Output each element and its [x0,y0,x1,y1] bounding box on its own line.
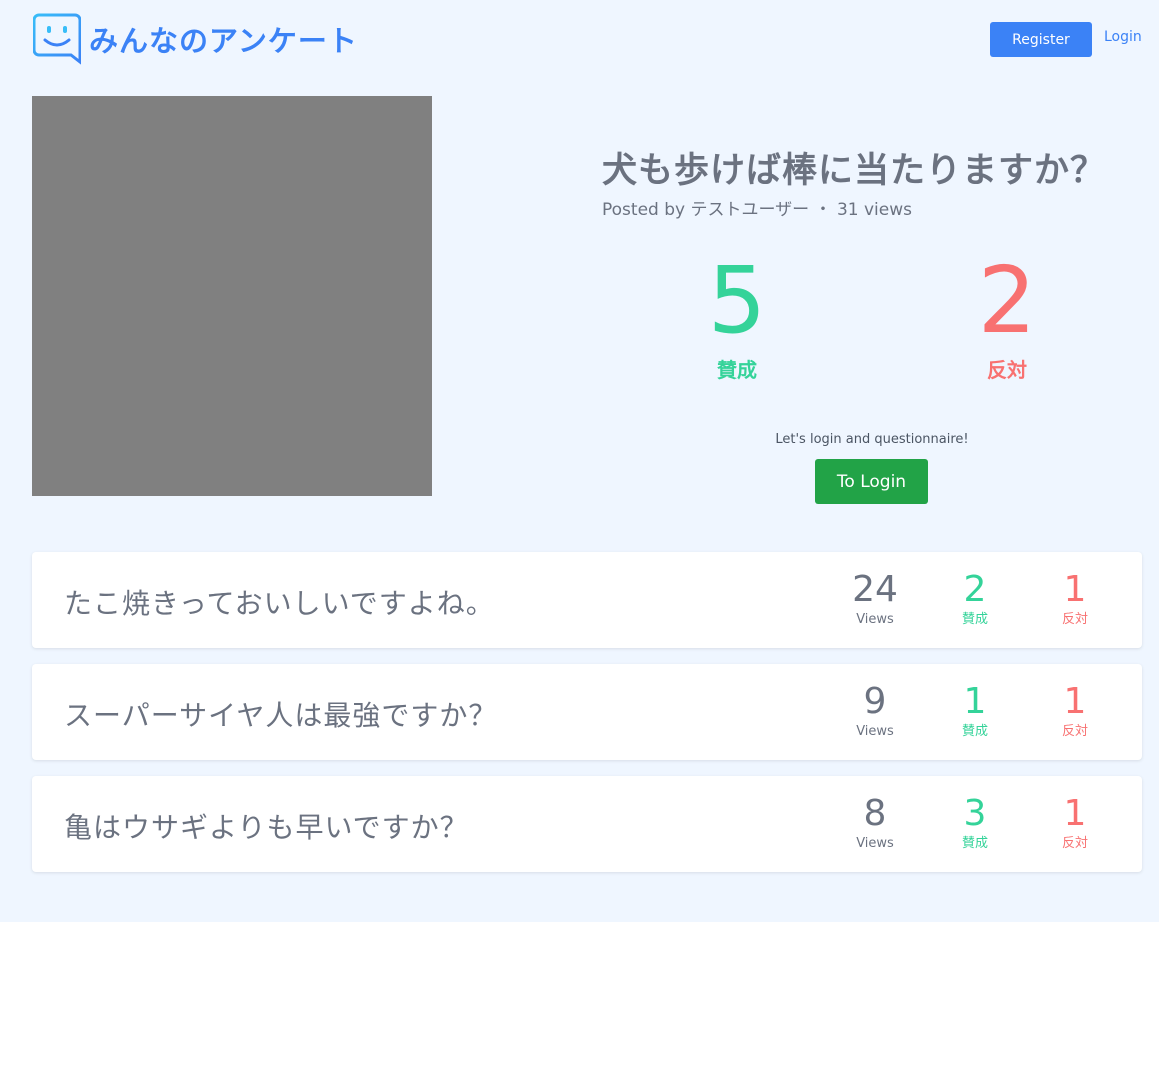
login-prompt: Let's login and questionnaire! [775,432,969,447]
views-stat: 8 Views [835,794,915,854]
question-list: たこ焼きっておいしいですよね。 24 Views 2 賛成 1 反対 スーパーサ… [32,552,1142,888]
logo-text: みんなのアンケート [89,24,358,58]
disagree-count: 2 [977,247,1037,354]
disagree-count: 1 [1063,681,1087,722]
disagree-count: 1 [1063,793,1087,834]
question-title: 亀はウサギよりも早いですか？ [64,811,469,844]
views-label: Views [856,612,894,627]
agree-label: 賛成 [717,358,757,382]
question-title: スーパーサイヤ人は最強ですか？ [64,699,498,732]
disagree-vote: 2 反対 [917,248,1097,383]
disagree-stat: 1 反対 [1035,682,1115,742]
views-label: Views [856,724,894,739]
disagree-label: 反対 [1061,612,1088,627]
agree-label: 賛成 [961,724,988,739]
page-title: 犬も歩けば棒に当たりますか？ [602,151,1107,191]
login-link[interactable]: Login [1104,29,1142,45]
agree-vote: 5 賛成 [647,248,827,383]
post-meta: Posted by テストユーザー ・ 31 views [602,200,912,220]
views-stat: 9 Views [835,682,915,742]
agree-count: 3 [963,793,987,834]
agree-stat: 3 賛成 [935,794,1015,854]
register-button[interactable]: Register [990,22,1092,57]
question-card[interactable]: 亀はウサギよりも早いですか？ 8 Views 3 賛成 1 反対 [32,776,1142,872]
views-label: Views [856,836,894,851]
views-count: 9 [863,681,887,722]
disagree-label: 反対 [987,358,1027,382]
agree-label: 賛成 [961,836,988,851]
agree-stat: 2 賛成 [935,570,1015,630]
disagree-label: 反対 [1061,836,1088,851]
views-count: 24 [852,569,898,610]
question-card[interactable]: たこ焼きっておいしいですよね。 24 Views 2 賛成 1 反対 [32,552,1142,648]
question-title: たこ焼きっておいしいですよね。 [64,587,495,620]
views-stat: 24 Views [835,570,915,630]
agree-count: 1 [963,681,987,722]
disagree-stat: 1 反対 [1035,794,1115,854]
chat-smile-icon [33,13,81,65]
header: みんなのアンケート Register Login [0,0,1159,80]
question-image-placeholder [32,96,432,496]
views-count: 8 [863,793,887,834]
disagree-stat: 1 反対 [1035,570,1115,630]
agree-count: 2 [963,569,987,610]
agree-label: 賛成 [961,612,988,627]
question-card[interactable]: スーパーサイヤ人は最強ですか？ 9 Views 1 賛成 1 反対 [32,664,1142,760]
agree-stat: 1 賛成 [935,682,1015,742]
disagree-label: 反対 [1061,724,1088,739]
disagree-count: 1 [1063,569,1087,610]
to-login-button[interactable]: To Login [815,459,928,504]
agree-count: 5 [707,247,767,354]
site-logo[interactable]: みんなのアンケート [33,13,358,65]
